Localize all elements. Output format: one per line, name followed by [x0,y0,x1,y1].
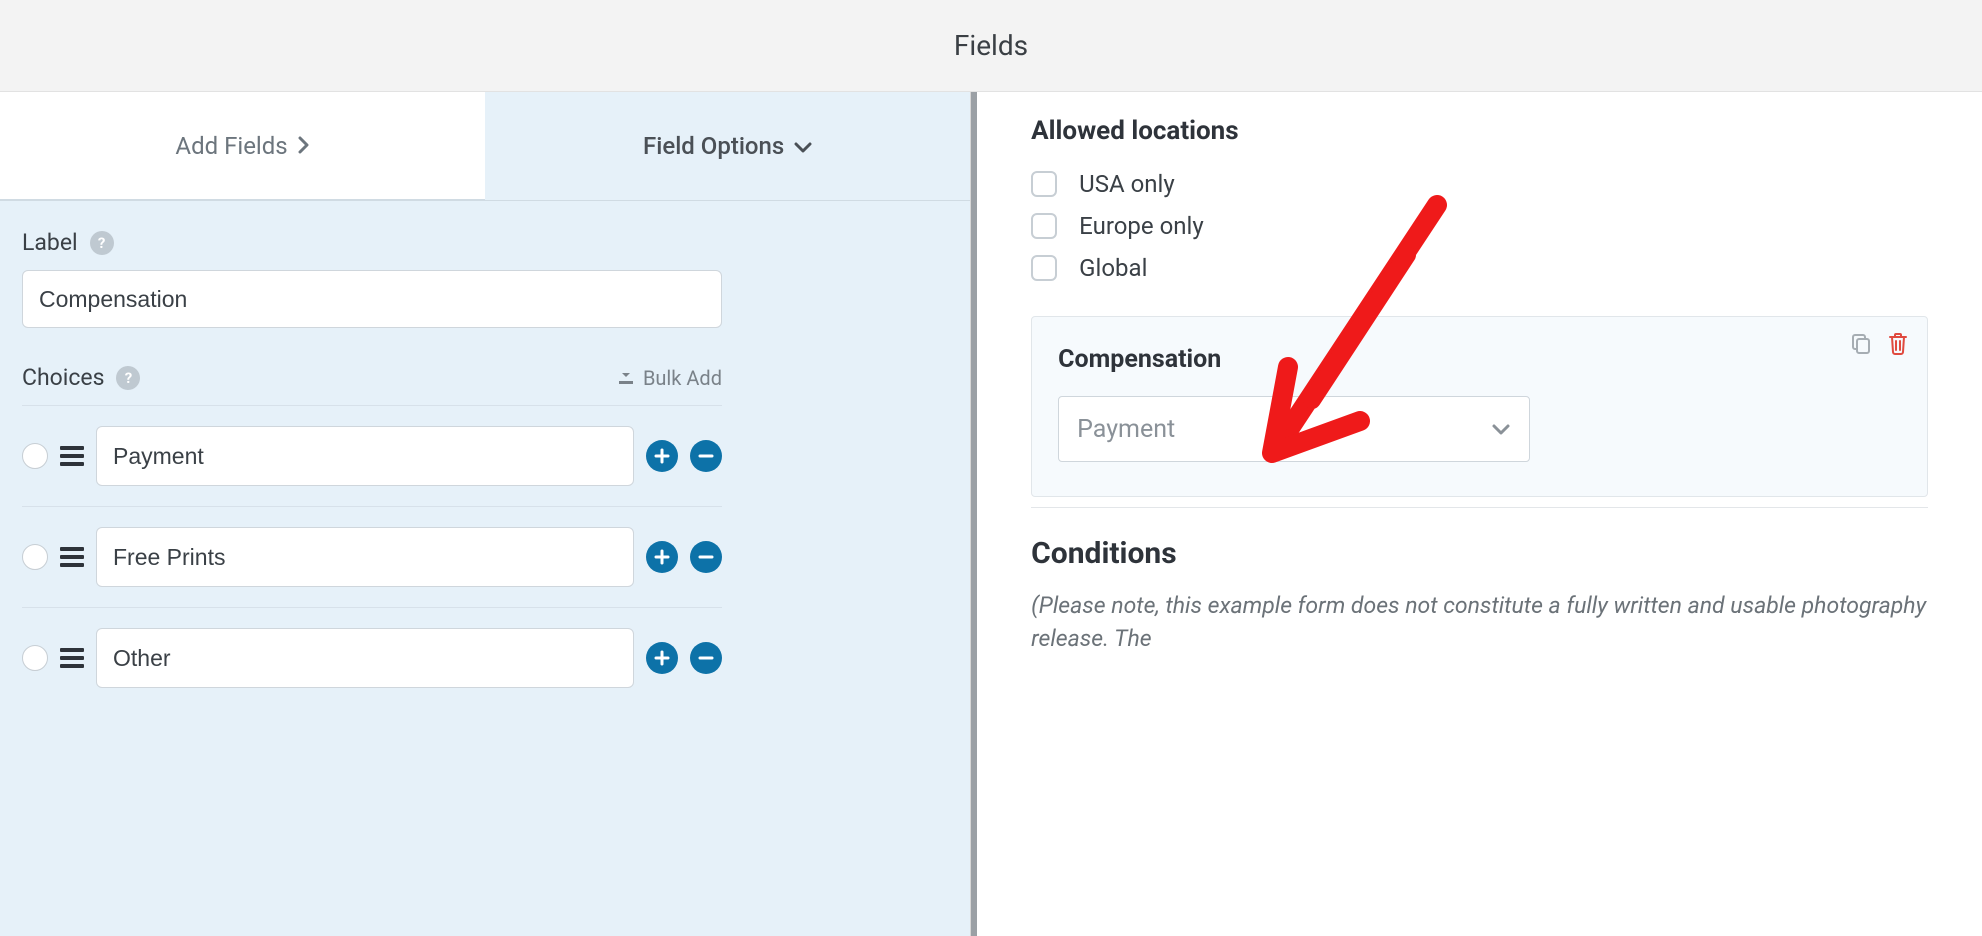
label-input[interactable] [22,270,722,328]
remove-choice-button[interactable] [690,541,722,573]
conditions-note: (Please note, this example form does not… [1031,589,1928,656]
choices-header: Choices ? Bulk Add [22,364,722,391]
choice-input[interactable] [96,628,634,688]
location-label: Global [1079,254,1147,282]
choice-input[interactable] [96,527,634,587]
help-icon[interactable]: ? [90,231,114,255]
chevron-right-icon [298,132,310,160]
choice-row [22,405,722,506]
help-icon[interactable]: ? [116,366,140,390]
checkbox[interactable] [1031,171,1057,197]
tab-label: Add Fields [175,132,287,160]
default-choice-radio[interactable] [22,443,48,469]
page-header: Fields [0,0,1982,92]
tab-field-options[interactable]: Field Options [485,92,970,200]
card-actions [1849,331,1909,359]
drag-handle-icon[interactable] [60,648,84,668]
choice-row [22,506,722,607]
section-divider [1031,507,1928,508]
tab-label: Field Options [643,132,784,160]
checkbox[interactable] [1031,255,1057,281]
location-label: USA only [1079,170,1175,198]
conditions-heading: Conditions [1031,536,1928,571]
choices-section-heading: Choices ? [22,364,140,391]
choice-row [22,607,722,708]
add-choice-button[interactable] [646,642,678,674]
bulk-add-label: Bulk Add [643,366,722,390]
section-label-text: Choices [22,364,104,391]
drag-handle-icon[interactable] [60,446,84,466]
main-layout: Add Fields Field Options Label ? Choi [0,92,1982,936]
allowed-locations-list: USA only Europe only Global [1031,170,1928,282]
location-option: Global [1031,254,1928,282]
compensation-field-card[interactable]: Compensation Payment [1031,316,1928,497]
left-tabs: Add Fields Field Options [0,92,970,201]
default-choice-radio[interactable] [22,645,48,671]
chevron-down-icon [794,132,812,160]
default-choice-radio[interactable] [22,544,48,570]
remove-choice-button[interactable] [690,642,722,674]
field-options-body: Label ? Choices ? Bulk Add [0,201,970,708]
remove-choice-button[interactable] [690,440,722,472]
trash-icon[interactable] [1887,331,1909,359]
checkbox[interactable] [1031,213,1057,239]
chevron-down-icon [1491,415,1511,444]
page-title: Fields [954,29,1028,62]
location-option: USA only [1031,170,1928,198]
drag-handle-icon[interactable] [60,547,84,567]
location-option: Europe only [1031,212,1928,240]
select-value: Payment [1077,415,1175,444]
choice-input[interactable] [96,426,634,486]
right-panel: Allowed locations USA only Europe only G… [977,92,1982,936]
section-label-text: Label [22,229,78,256]
bulk-add-button[interactable]: Bulk Add [617,366,722,390]
tab-add-fields[interactable]: Add Fields [0,92,485,200]
location-label: Europe only [1079,212,1204,240]
add-choice-button[interactable] [646,541,678,573]
allowed-locations-heading: Allowed locations [1031,116,1928,146]
left-panel: Add Fields Field Options Label ? Choi [0,92,971,936]
card-title: Compensation [1058,345,1901,374]
add-choice-button[interactable] [646,440,678,472]
label-section-heading: Label ? [22,229,948,256]
compensation-select[interactable]: Payment [1058,396,1530,462]
download-icon [617,366,635,390]
duplicate-icon[interactable] [1849,331,1873,359]
